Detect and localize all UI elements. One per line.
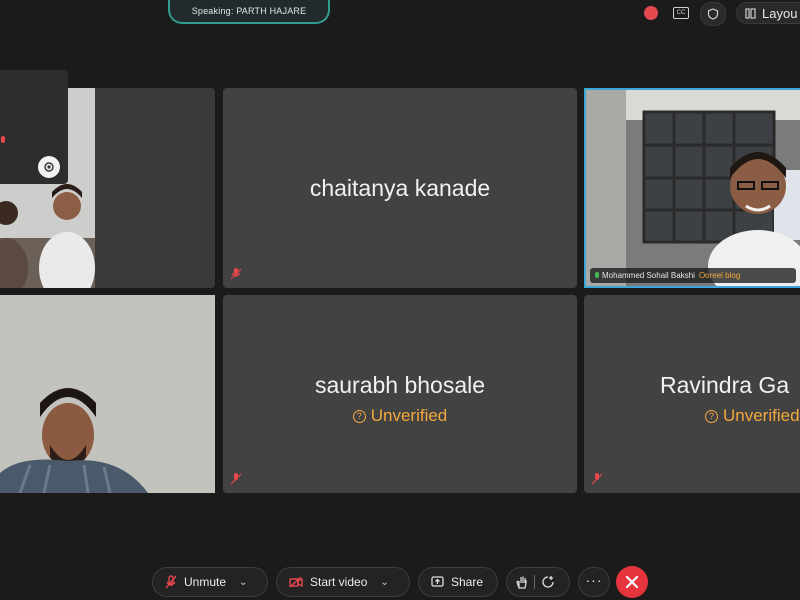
mic-muted-icon bbox=[231, 268, 241, 280]
captions-button[interactable]: CC bbox=[670, 2, 692, 24]
reactions-icon[interactable] bbox=[541, 575, 555, 589]
camera-off-icon bbox=[289, 576, 303, 588]
speaking-label: Speaking: PARTH HAJARE bbox=[191, 6, 307, 16]
participant-video-man[interactable] bbox=[0, 295, 215, 494]
mic-active-icon bbox=[595, 272, 599, 278]
participant-tile-saurabh[interactable]: saurabh bhosale ? Unverified bbox=[223, 295, 577, 493]
participant-name: Ravindra Ga bbox=[660, 372, 790, 398]
chevron-down-icon[interactable]: ⌄ bbox=[239, 577, 247, 588]
participant-name: chaitanya kanade bbox=[309, 175, 491, 201]
more-options-button[interactable]: ··· bbox=[578, 567, 610, 597]
share-label: Share bbox=[451, 575, 484, 589]
unverified-badge: ? Unverified bbox=[705, 406, 800, 426]
raise-hand-icon[interactable] bbox=[516, 575, 528, 589]
unverified-badge: ? Unverified bbox=[223, 406, 577, 426]
participant-name-label: Mohammed Sohail Bakshi Ooreel blog bbox=[590, 268, 796, 283]
shield-icon bbox=[707, 8, 719, 20]
layout-icon bbox=[745, 7, 756, 19]
participant-tile-chaitanya[interactable]: chaitanya kanade bbox=[223, 88, 577, 288]
participant-tag: Ooreel blog bbox=[698, 271, 741, 280]
mic-muted-icon bbox=[1, 136, 5, 143]
participant-name: Mohammed Sohail Bakshi bbox=[602, 271, 695, 280]
end-call-button[interactable] bbox=[616, 566, 648, 598]
participant-tile-ravindra[interactable]: Ravindra Ga ? Unverified bbox=[584, 295, 800, 493]
layout-label: Layou bbox=[762, 5, 798, 21]
chevron-down-icon[interactable]: ⌄ bbox=[380, 577, 388, 588]
mic-muted-icon bbox=[592, 473, 602, 485]
unverified-icon: ? bbox=[705, 409, 718, 423]
hand-reactions-group[interactable] bbox=[506, 567, 570, 597]
unverified-label: Unverified bbox=[370, 406, 448, 425]
video-feed bbox=[586, 90, 800, 302]
share-button[interactable]: Share bbox=[418, 567, 498, 597]
end-call-icon bbox=[625, 575, 639, 589]
mic-muted-icon bbox=[165, 575, 177, 589]
mic-muted-icon bbox=[231, 473, 241, 485]
participant-tile-group-bg bbox=[95, 88, 215, 288]
unmute-label: Unmute bbox=[184, 575, 227, 589]
start-video-label: Start video bbox=[310, 575, 368, 589]
more-icon: ··· bbox=[585, 572, 603, 588]
record-icon[interactable] bbox=[644, 6, 658, 20]
video-feed bbox=[0, 295, 215, 494]
unmute-button[interactable]: Unmute ⌄ bbox=[152, 567, 268, 597]
switch-camera-button[interactable] bbox=[38, 156, 60, 178]
start-video-button[interactable]: Start video ⌄ bbox=[276, 567, 410, 597]
share-screen-icon bbox=[431, 576, 444, 587]
participant-tile-mohammed[interactable] bbox=[584, 88, 800, 302]
speaking-indicator: Speaking: PARTH HAJARE bbox=[168, 0, 330, 24]
security-button[interactable] bbox=[700, 2, 726, 26]
unverified-label: Unverified bbox=[723, 406, 800, 425]
unverified-icon: ? bbox=[352, 409, 366, 423]
layout-button[interactable]: Layou bbox=[736, 2, 800, 24]
switch-camera-icon bbox=[44, 162, 54, 172]
captions-icon: CC bbox=[673, 7, 689, 19]
divider bbox=[534, 575, 535, 589]
participant-name: saurabh bhosale bbox=[314, 372, 486, 398]
